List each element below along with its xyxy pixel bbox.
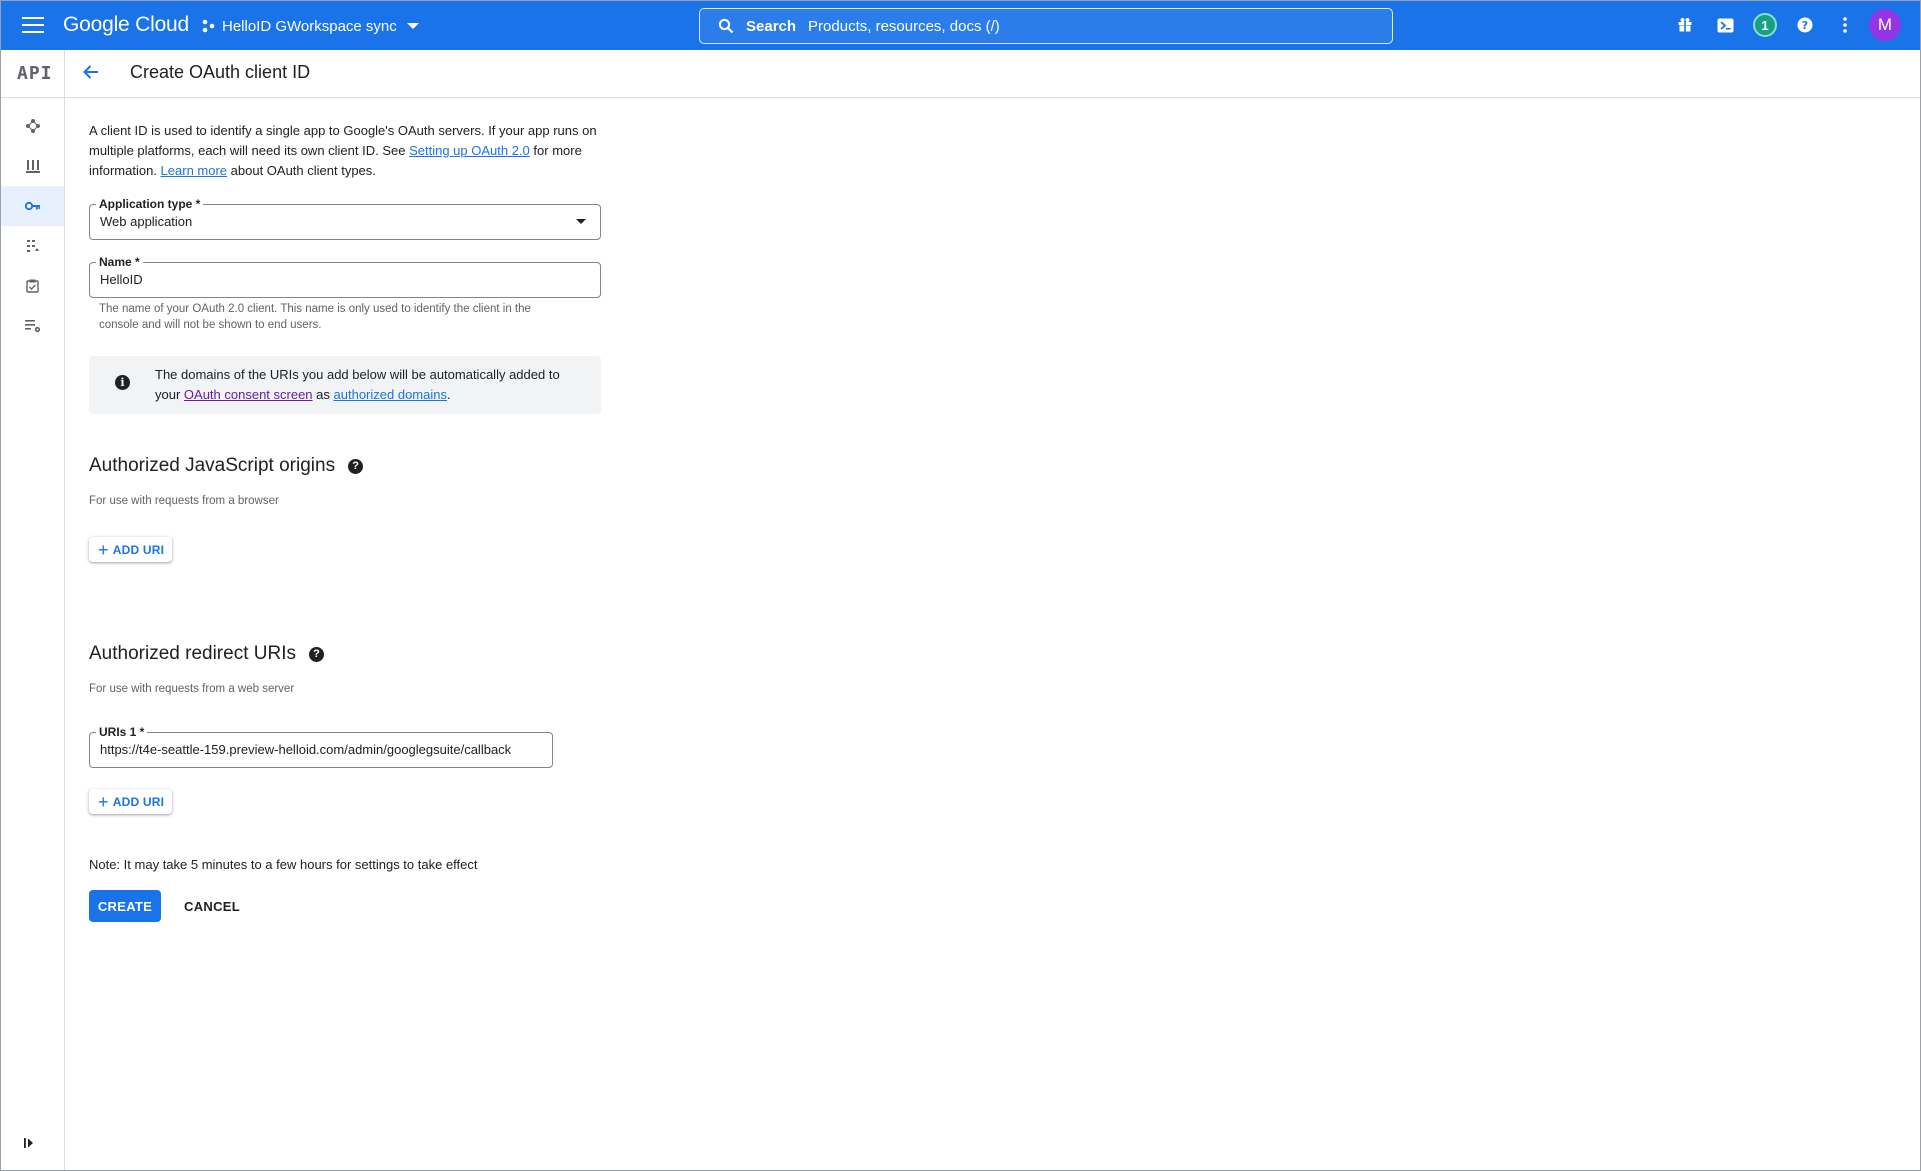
domains-info-box: i The domains of the URIs you add below … [89, 356, 601, 414]
consent-icon[interactable] [1, 226, 64, 266]
redirect-uri-1-input[interactable] [100, 742, 516, 757]
project-selector[interactable]: HelloID GWorkspace sync [201, 12, 419, 40]
domains-info-text: The domains of the URIs you add below wi… [155, 365, 575, 405]
back-arrow-icon[interactable] [81, 62, 101, 87]
oauth-consent-screen-link[interactable]: OAuth consent screen [184, 387, 313, 402]
gift-icon[interactable] [1673, 13, 1697, 37]
intro-text: A client ID is used to identify a single… [89, 121, 601, 181]
settings-note: Note: It may take 5 minutes to a few hou… [89, 857, 478, 872]
name-label: Name * [96, 255, 143, 269]
application-type-label: Application type * [96, 197, 204, 211]
application-type-select[interactable]: Application type * Web application [89, 197, 601, 240]
name-field[interactable]: Name * [89, 255, 601, 298]
rail-divider [1, 97, 64, 98]
svg-text:?: ? [1802, 19, 1808, 32]
cancel-button[interactable]: CANCEL [184, 890, 240, 922]
left-rail: API [1, 50, 65, 1170]
avatar[interactable]: M [1869, 9, 1901, 41]
help-icon[interactable]: ? [308, 646, 324, 662]
help-icon[interactable]: ? [1793, 13, 1817, 37]
cloud-shell-icon[interactable] [1713, 13, 1737, 37]
plus-icon: + [98, 791, 109, 812]
page-title: Create OAuth client ID [130, 62, 311, 82]
redirect-uris-heading: Authorized redirect URIs ? [89, 643, 324, 665]
notification-badge[interactable]: 1 [1753, 13, 1777, 37]
js-origins-title: Authorized JavaScript origins [89, 455, 336, 476]
dropdown-arrow-icon [576, 219, 586, 224]
form-content: A client ID is used to identify a single… [89, 121, 609, 181]
add-js-origin-uri-button[interactable]: + ADD URI [89, 537, 173, 562]
info-text-part: as [312, 387, 334, 402]
project-name: HelloID GWorkspace sync [222, 17, 397, 35]
library-icon[interactable] [1, 146, 64, 186]
menu-icon[interactable] [19, 13, 47, 37]
info-text-part: . [446, 387, 451, 402]
name-input[interactable] [100, 272, 559, 287]
js-origins-heading: Authorized JavaScript origins ? [89, 455, 364, 477]
create-button[interactable]: CREATE [89, 890, 161, 922]
search-icon [718, 18, 734, 34]
learn-more-link[interactable]: Learn more [161, 163, 227, 178]
page-header: Create OAuth client ID [65, 50, 1920, 98]
redirect-uri-1-field[interactable]: URIs 1 * [89, 725, 553, 768]
credentials-icon[interactable] [1, 186, 64, 226]
settings-icon[interactable] [1, 306, 64, 346]
chevron-down-icon [406, 23, 419, 29]
api-logo: API [17, 63, 53, 84]
add-redirect-uri-button[interactable]: + ADD URI [89, 789, 173, 814]
dashboard-icon[interactable] [1, 106, 64, 146]
help-icon[interactable]: ? [348, 458, 364, 474]
setting-up-oauth-link[interactable]: Setting up OAuth 2.0 [409, 143, 530, 158]
redirect-uris-title: Authorized redirect URIs [89, 643, 296, 664]
application-type-value: Web application [100, 214, 193, 229]
search-label: Search [746, 17, 797, 35]
name-hint: The name of your OAuth 2.0 client. This … [99, 303, 531, 331]
more-vert-icon[interactable] [1833, 13, 1857, 37]
project-icon [202, 19, 215, 33]
redirect-uris-subtitle: For use with requests from a web server [89, 683, 295, 695]
agreements-icon[interactable] [1, 266, 64, 306]
intro-text-part: about OAuth client types. [227, 163, 376, 178]
js-origins-subtitle: For use with requests from a browser [89, 495, 279, 507]
redirect-uri-1-label: URIs 1 * [96, 725, 148, 739]
app-window: Google Cloud HelloID GWorkspace sync Sea… [0, 0, 1921, 1171]
add-uri-label: ADD URI [112, 794, 165, 809]
search-input[interactable] [808, 17, 1329, 35]
add-uri-label: ADD URI [112, 542, 165, 557]
info-icon: i [115, 375, 130, 390]
plus-icon: + [98, 539, 109, 560]
search-bar[interactable]: Search [699, 8, 1393, 44]
expand-icon[interactable] [23, 1136, 35, 1154]
top-bar: Google Cloud HelloID GWorkspace sync Sea… [1, 1, 1920, 50]
brand-logo[interactable]: Google Cloud [63, 13, 189, 37]
authorized-domains-link[interactable]: authorized domains [334, 387, 447, 402]
